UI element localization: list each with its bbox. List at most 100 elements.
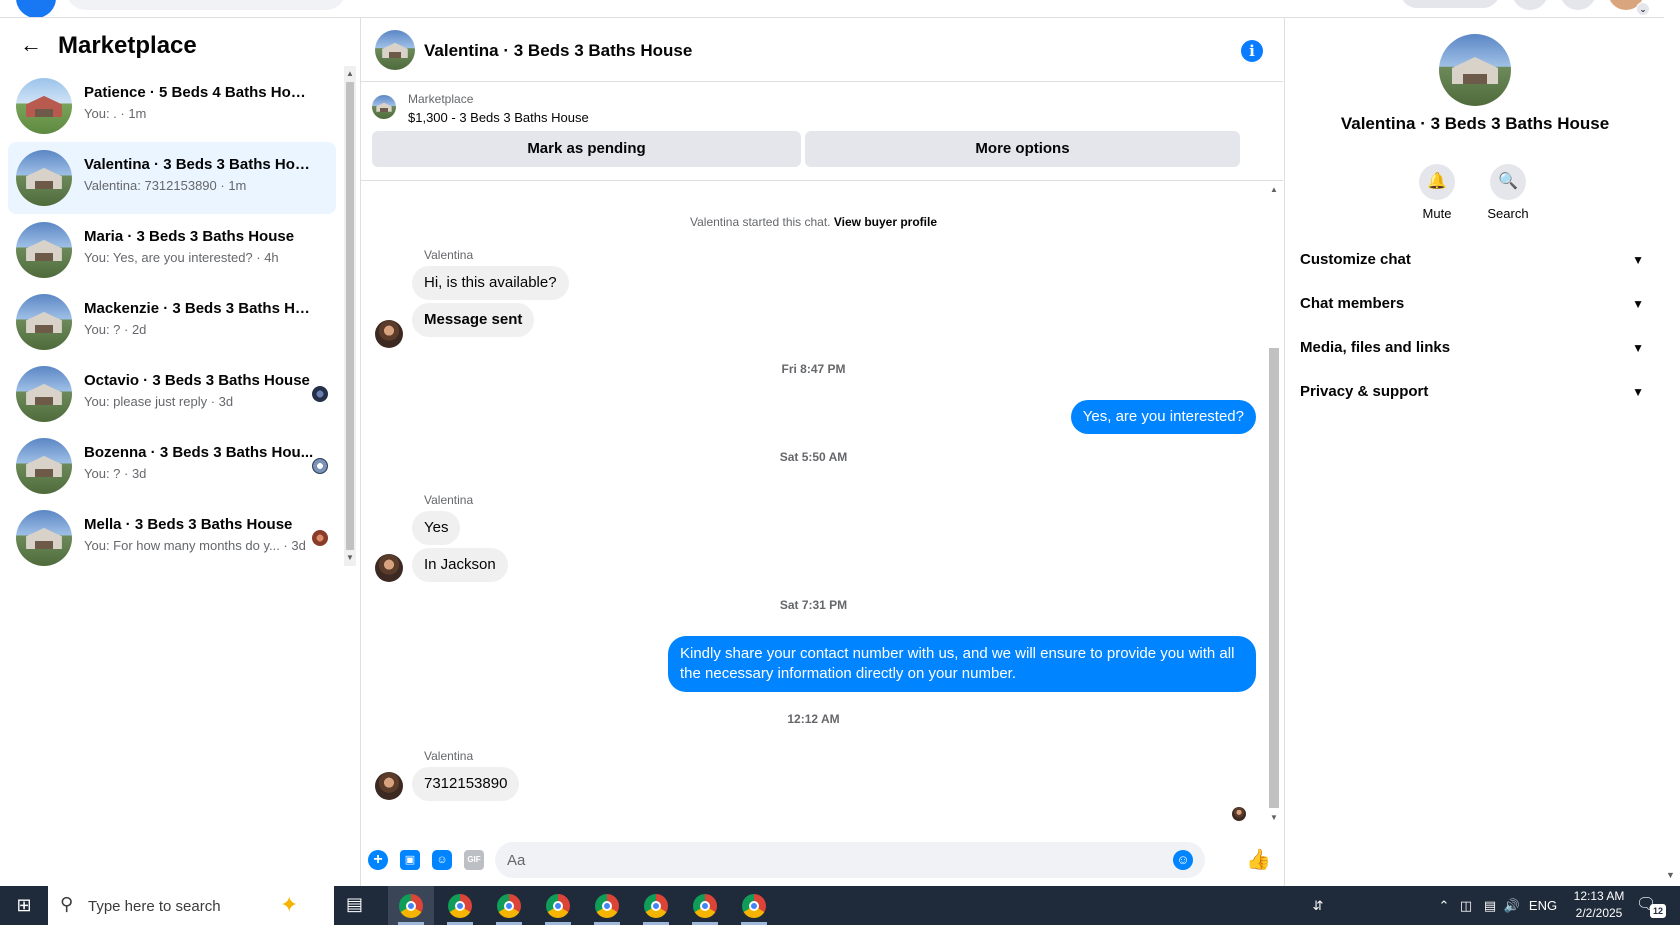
incoming-message[interactable]: Yes bbox=[412, 511, 461, 545]
seen-avatar bbox=[312, 458, 328, 474]
facebook-search-field[interactable] bbox=[66, 0, 346, 10]
chrome-taskbar-app[interactable] bbox=[731, 886, 777, 925]
marketplace-label: Marketplace bbox=[408, 92, 474, 106]
info-icon[interactable]: i bbox=[1241, 40, 1263, 62]
volume-icon[interactable]: 🔊 bbox=[1502, 886, 1522, 925]
more-options-button[interactable]: More options bbox=[805, 131, 1240, 167]
chrome-icon bbox=[546, 894, 570, 918]
mute-button[interactable]: 🔔 Mute bbox=[1407, 164, 1467, 221]
thumbs-up-icon[interactable]: 👍 bbox=[1246, 848, 1271, 872]
clock-time: 12:13 AM bbox=[1573, 889, 1625, 903]
section-label: Customize chat bbox=[1300, 251, 1411, 268]
chevron-down-icon: ▼ bbox=[1632, 385, 1644, 399]
outgoing-message[interactable]: Yes, are you interested? bbox=[1070, 400, 1256, 434]
scroll-down-icon[interactable]: ▼ bbox=[1666, 870, 1675, 880]
incoming-message[interactable]: 7312153890 bbox=[412, 767, 520, 801]
sender-avatar[interactable] bbox=[375, 320, 403, 348]
scrollbar-thumb[interactable] bbox=[346, 82, 354, 550]
sender-avatar[interactable] bbox=[375, 554, 403, 582]
chrome-taskbar-app[interactable] bbox=[584, 886, 630, 925]
message-input[interactable] bbox=[495, 842, 1205, 878]
facebook-logo-icon[interactable] bbox=[16, 0, 56, 17]
listing-price-title[interactable]: $1,300 - 3 Beds 3 Baths House bbox=[408, 110, 589, 125]
incoming-message[interactable]: In Jackson bbox=[412, 548, 508, 582]
conversation-preview: Valentina: 7312153890 · 1m bbox=[84, 178, 247, 193]
conversation-item[interactable]: Octavio · 3 Beds 3 Baths House You: plea… bbox=[8, 358, 336, 430]
chrome-taskbar-app[interactable] bbox=[633, 886, 679, 925]
sender-name: Valentina bbox=[424, 248, 474, 262]
conversation-item[interactable]: Bozenna · 3 Beds 3 Baths Hou... You: ? ·… bbox=[8, 430, 336, 502]
customize-chat-section[interactable]: Customize chat ▼ bbox=[1300, 240, 1650, 280]
search-button[interactable]: 🔍 Search bbox=[1478, 164, 1538, 221]
incoming-message[interactable]: Hi, is this available? bbox=[412, 266, 569, 300]
timestamp: 12:12 AM bbox=[787, 712, 840, 726]
chat-scrollbar[interactable]: ▲ ▼ bbox=[1266, 182, 1281, 826]
details-title: Valentina · 3 Beds 3 Baths House bbox=[1340, 114, 1610, 133]
incoming-message[interactable]: Message sent bbox=[412, 303, 535, 337]
sidebar-scrollbar[interactable]: ▲ ▼ bbox=[344, 66, 356, 566]
chrome-taskbar-app[interactable] bbox=[682, 886, 728, 925]
account-chevron-down-icon[interactable]: ⌄ bbox=[1636, 2, 1650, 16]
conversation-preview: You: ? · 2d bbox=[84, 322, 147, 337]
outgoing-message[interactable]: Kindly share your contact number with us… bbox=[668, 636, 1256, 692]
mark-as-pending-button[interactable]: Mark as pending bbox=[372, 131, 801, 167]
search-icon: ⚲ bbox=[60, 894, 74, 914]
conversation-item[interactable]: Mella · 3 Beds 3 Baths House You: For ho… bbox=[8, 502, 336, 574]
plus-icon[interactable]: + bbox=[368, 850, 388, 870]
scrollbar-thumb[interactable] bbox=[1269, 348, 1279, 808]
chrome-taskbar-app[interactable] bbox=[486, 886, 532, 925]
top-notifications-button[interactable] bbox=[1560, 0, 1596, 10]
top-menu-button[interactable] bbox=[1512, 0, 1548, 10]
taskbar-clock[interactable]: 12:13 AM 2/2/2025 bbox=[1558, 888, 1640, 922]
taskbar-search-placeholder: Type here to search bbox=[88, 898, 221, 915]
bell-icon: 🔔 bbox=[1419, 164, 1455, 200]
media-files-links-section[interactable]: Media, files and links ▼ bbox=[1300, 328, 1650, 368]
windows-start-icon[interactable]: ⊞ bbox=[0, 886, 48, 925]
chrome-icon bbox=[742, 894, 766, 918]
clock-date: 2/2/2025 bbox=[1575, 906, 1623, 920]
conversation-name: Bozenna · 3 Beds 3 Baths Hou... bbox=[84, 444, 314, 461]
conversation-item[interactable]: Patience · 5 Beds 4 Baths House You: . ·… bbox=[8, 70, 336, 142]
view-buyer-profile-link[interactable]: View buyer profile bbox=[834, 215, 937, 229]
sender-name: Valentina bbox=[424, 749, 474, 763]
privacy-support-section[interactable]: Privacy & support ▼ bbox=[1300, 372, 1650, 412]
chat-members-section[interactable]: Chat members ▼ bbox=[1300, 284, 1650, 324]
back-arrow-icon[interactable]: ← bbox=[20, 34, 44, 58]
chat-title[interactable]: Valentina · 3 Beds 3 Baths House bbox=[424, 41, 692, 61]
scroll-down-icon[interactable]: ▼ bbox=[344, 552, 356, 564]
listing-thumbnail bbox=[16, 294, 72, 350]
chrome-icon bbox=[595, 894, 619, 918]
listing-thumbnail bbox=[16, 150, 72, 206]
page-scrollbar[interactable]: ▼ bbox=[1664, 0, 1680, 886]
search-label: Search bbox=[1487, 206, 1529, 221]
scroll-up-icon[interactable]: ▲ bbox=[1268, 184, 1280, 196]
language-indicator[interactable]: ENG bbox=[1528, 886, 1558, 925]
conversation-item[interactable]: Maria · 3 Beds 3 Baths House You: Yes, a… bbox=[8, 214, 336, 286]
sidebar-header: ← Marketplace bbox=[20, 32, 197, 60]
sticker-icon[interactable]: ☺ bbox=[432, 850, 452, 870]
show-hidden-icons-icon[interactable]: ⌃ bbox=[1434, 886, 1454, 925]
taskbar-search-box[interactable]: ⚲ Type here to search ✦ bbox=[48, 886, 334, 925]
scroll-up-icon[interactable]: ▲ bbox=[344, 68, 356, 80]
photo-icon[interactable]: ▣ bbox=[400, 850, 420, 870]
device-icon[interactable]: ◫ bbox=[1456, 886, 1476, 925]
sender-avatar[interactable] bbox=[375, 772, 403, 800]
listing-thumbnail bbox=[16, 78, 72, 134]
chat-listing-thumbnail[interactable] bbox=[375, 30, 415, 70]
chrome-taskbar-app[interactable] bbox=[388, 886, 434, 925]
chrome-taskbar-app[interactable] bbox=[535, 886, 581, 925]
scroll-down-icon[interactable]: ▼ bbox=[1268, 812, 1280, 824]
search-icon: 🔍 bbox=[1490, 164, 1526, 200]
tray-scroll-icon[interactable]: ⇵ bbox=[1310, 886, 1326, 925]
network-icon[interactable]: ▤ bbox=[1480, 886, 1500, 925]
chrome-taskbar-app[interactable] bbox=[437, 886, 483, 925]
conversation-item-active[interactable]: Valentina · 3 Beds 3 Baths House Valenti… bbox=[8, 142, 336, 214]
gif-icon[interactable]: GIF bbox=[464, 850, 484, 870]
task-view-icon[interactable]: ▤ bbox=[346, 894, 363, 915]
emoji-icon[interactable]: ☺ bbox=[1173, 850, 1193, 870]
mute-label: Mute bbox=[1422, 206, 1452, 221]
chevron-down-icon: ▼ bbox=[1632, 297, 1644, 311]
windows-taskbar: ⊞ ⚲ Type here to search ✦ ▤ ⇵ ⌃ ◫ ▤ 🔊 EN… bbox=[0, 886, 1680, 925]
conversation-item[interactable]: Mackenzie · 3 Beds 3 Baths House You: ? … bbox=[8, 286, 336, 358]
top-bar-pill-button[interactable] bbox=[1400, 0, 1500, 8]
